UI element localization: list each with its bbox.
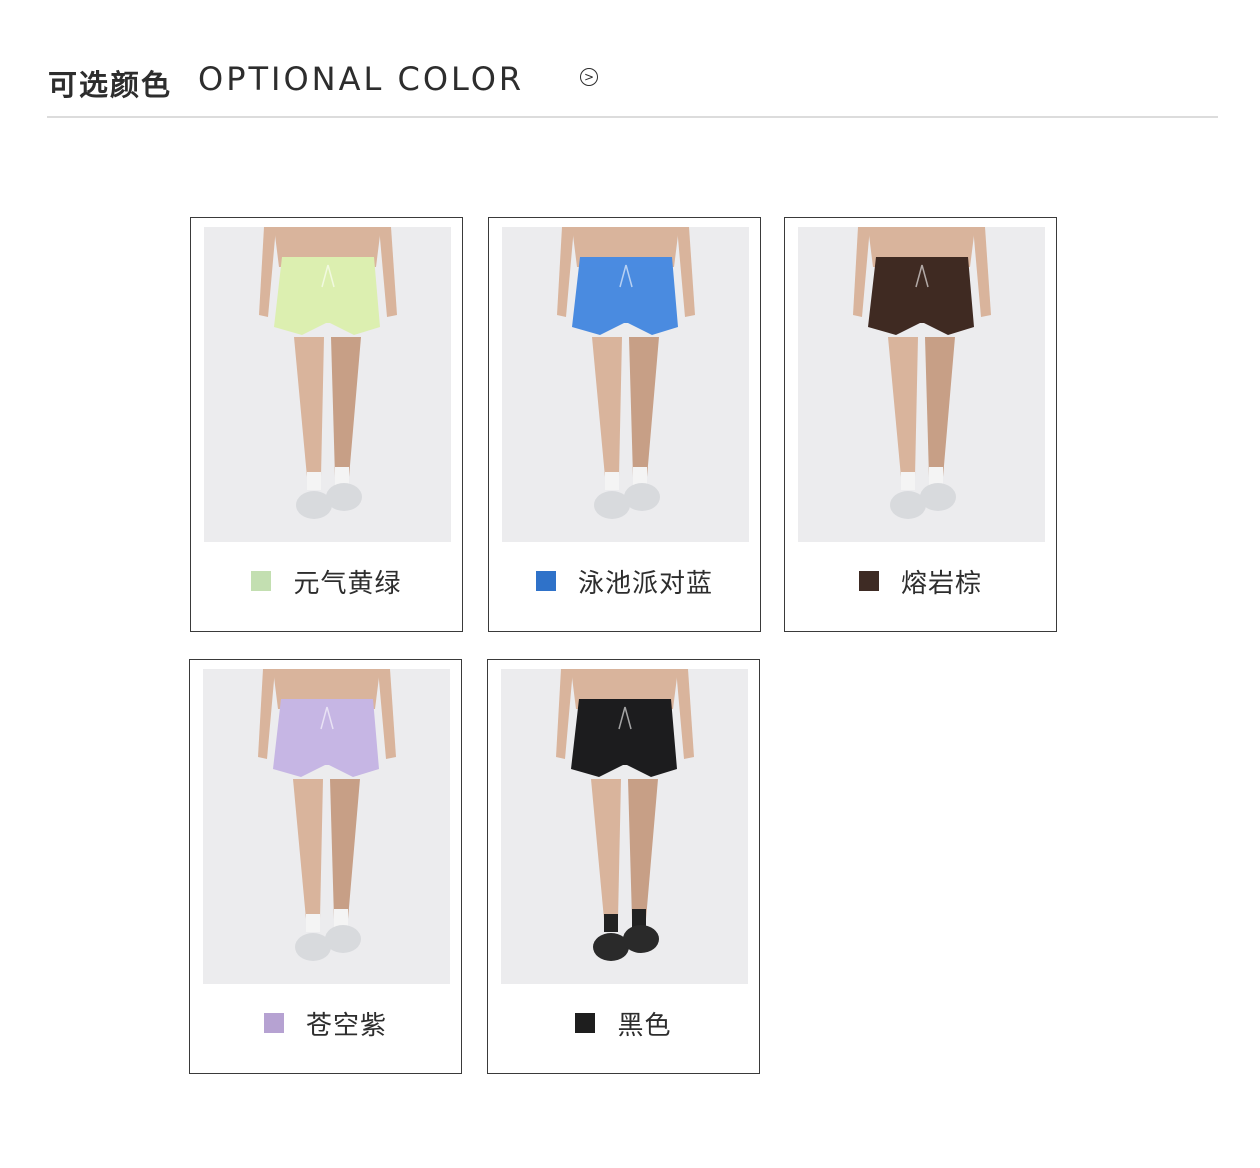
color-label: 熔岩棕 <box>900 568 982 599</box>
color-caption: 黑色 <box>488 1006 759 1041</box>
color-card-brown[interactable]: 熔岩棕 <box>784 217 1057 632</box>
color-swatch <box>858 571 879 591</box>
color-card-blue[interactable]: 泳池派对蓝 <box>488 217 761 632</box>
color-card-lime[interactable]: 元气黄绿 <box>190 217 463 632</box>
product-photo <box>502 227 749 542</box>
product-photo <box>798 227 1045 542</box>
color-label: 元气黄绿 <box>293 568 402 599</box>
color-caption: 元气黄绿 <box>191 564 462 599</box>
color-swatch <box>263 1013 284 1033</box>
color-swatch <box>535 571 556 591</box>
product-photo <box>203 669 450 984</box>
section-title-en: OPTIONAL COLOR <box>198 60 525 98</box>
color-caption: 泳池派对蓝 <box>489 564 760 599</box>
circle-arrow-right-icon: > <box>580 68 598 86</box>
color-swatch <box>251 571 272 591</box>
product-photo <box>204 227 451 542</box>
color-label: 黑色 <box>617 1010 672 1041</box>
color-caption: 苍空紫 <box>190 1006 461 1041</box>
color-card-purple[interactable]: 苍空紫 <box>189 659 462 1074</box>
color-swatch <box>575 1013 596 1033</box>
color-label: 苍空紫 <box>305 1010 387 1041</box>
section-title-cn: 可选颜色 <box>48 68 173 102</box>
color-label: 泳池派对蓝 <box>577 568 713 599</box>
header-divider <box>47 116 1218 118</box>
product-photo <box>501 669 748 984</box>
color-card-black[interactable]: 黑色 <box>487 659 760 1074</box>
color-caption: 熔岩棕 <box>785 564 1056 599</box>
